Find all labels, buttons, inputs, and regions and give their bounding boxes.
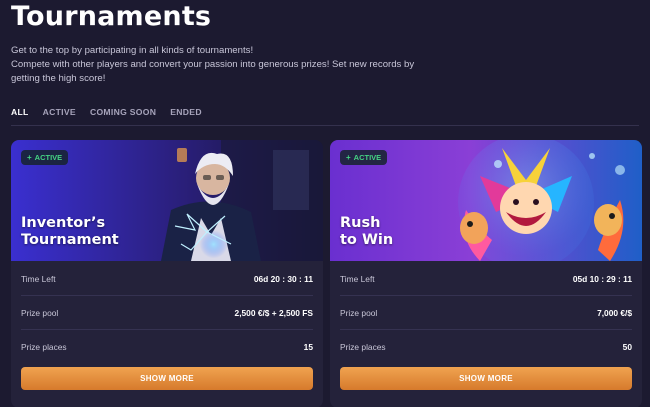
tournament-tabs: ALL ACTIVE COMING SOON ENDED <box>11 107 639 117</box>
tournament-title: Rush to Win <box>340 215 393 249</box>
time-left-label: Time Left <box>21 273 56 284</box>
prize-places-label: Prize places <box>340 342 386 352</box>
status-badge-label: ACTIVE <box>34 153 63 162</box>
time-left-value: 05d 10 : 29 : 11 <box>572 273 632 284</box>
prize-pool-value: 2,500 €/$ + 2,500 FS <box>234 307 313 318</box>
page-description: Get to the top by participating in all k… <box>11 44 431 86</box>
prize-places-row: Prize places 15 <box>21 330 313 364</box>
prize-places-value: 50 <box>622 342 632 352</box>
status-badge-label: ACTIVE <box>353 153 382 162</box>
tab-coming-soon[interactable]: COMING SOON <box>90 107 156 117</box>
prize-pool-value: 7,000 €/$ <box>597 307 632 318</box>
tournament-title-line-2: Tournament <box>21 232 119 248</box>
tournament-title-line-1: Inventor’s <box>21 215 106 231</box>
prize-pool-row: Prize pool 2,500 €/$ + 2,500 FS <box>21 296 313 330</box>
show-more-button[interactable]: SHOW MORE <box>21 367 313 390</box>
tournament-details: Time Left 06d 20 : 30 : 11 Prize pool 2,… <box>11 262 323 364</box>
prize-places-label: Prize places <box>21 342 67 352</box>
tournament-title-line-1: Rush <box>340 215 381 231</box>
prize-pool-label: Prize pool <box>340 307 378 318</box>
tournament-card-rush: + ACTIVE Rush to Win Time Left 05d 10 : … <box>330 140 642 407</box>
tournaments-page: Tournaments Get to the top by participat… <box>0 0 650 407</box>
tournament-title-line-2: to Win <box>340 232 394 248</box>
time-left-label: Time Left <box>340 273 375 284</box>
status-badge: + ACTIVE <box>21 150 69 165</box>
tab-all[interactable]: ALL <box>11 107 29 117</box>
time-left-row: Time Left 06d 20 : 30 : 11 <box>21 262 313 296</box>
description-line-2: Compete with other players and convert y… <box>11 59 415 84</box>
time-left-value: 06d 20 : 30 : 11 <box>253 273 313 284</box>
plus-icon: + <box>346 153 351 162</box>
prize-places-row: Prize places 50 <box>340 330 632 364</box>
tabs-divider <box>11 125 639 126</box>
tournament-banner-rush[interactable]: + ACTIVE Rush to Win <box>330 140 642 261</box>
status-badge: + ACTIVE <box>340 150 388 165</box>
page-title: Tournaments <box>11 1 212 32</box>
time-left-row: Time Left 05d 10 : 29 : 11 <box>340 262 632 296</box>
prize-places-value: 15 <box>303 342 313 352</box>
description-line-1: Get to the top by participating in all k… <box>11 45 254 56</box>
plus-icon: + <box>27 153 32 162</box>
tournament-banner-inventors[interactable]: + ACTIVE Inventor’s Tournament <box>11 140 323 261</box>
tournament-card-inventors: + ACTIVE Inventor’s Tournament Time Left… <box>11 140 323 407</box>
prize-pool-label: Prize pool <box>21 307 59 318</box>
tournament-details: Time Left 05d 10 : 29 : 11 Prize pool 7,… <box>330 262 642 364</box>
show-more-button[interactable]: SHOW MORE <box>340 367 632 390</box>
tournament-title: Inventor’s Tournament <box>21 215 119 249</box>
prize-pool-row: Prize pool 7,000 €/$ <box>340 296 632 330</box>
tab-ended[interactable]: ENDED <box>170 107 202 117</box>
tab-active[interactable]: ACTIVE <box>43 107 76 117</box>
